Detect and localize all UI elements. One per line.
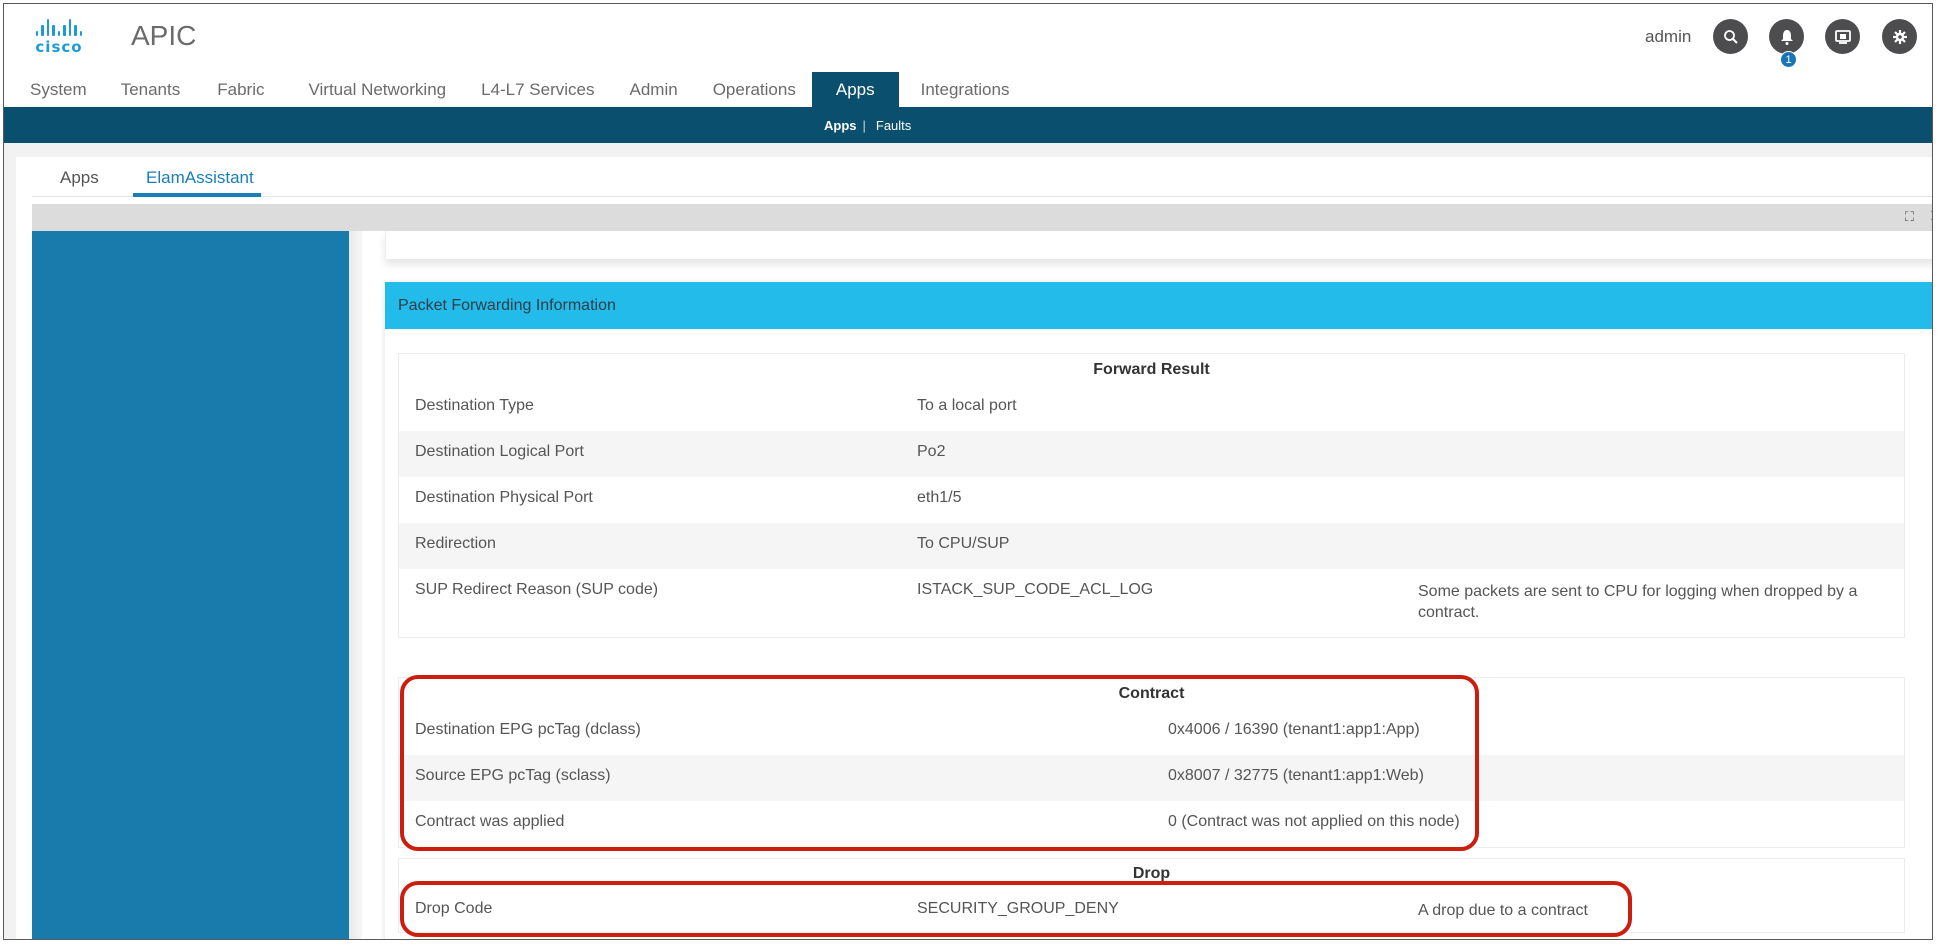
row-note: A drop due to a contract	[1418, 902, 1588, 919]
nav-system[interactable]: System	[4, 72, 104, 107]
contract-rows: Destination EPG pcTag (dclass) 0x4006 / …	[399, 709, 1904, 847]
table-row: Destination Physical Port eth1/5	[399, 477, 1904, 523]
row-label: SUP Redirect Reason (SUP code)	[415, 581, 659, 598]
workspace: Apps ElamAssistant ⛶ ✕ Packet Forwarding…	[4, 143, 1932, 939]
nav-fabric[interactable]: Fabric	[197, 72, 288, 107]
cisco-logo-bars-icon	[26, 18, 92, 36]
sidebar-gutter	[349, 231, 362, 939]
table-row: Destination Type To a local port	[399, 385, 1904, 431]
row-value: To a local port	[917, 397, 1017, 414]
subnav-separator: |	[862, 118, 866, 133]
row-label: Source EPG pcTag (sclass)	[415, 767, 611, 784]
row-label: Destination Physical Port	[415, 489, 593, 506]
user-menu[interactable]: admin	[1645, 27, 1691, 47]
active-tab-indicator	[133, 193, 261, 197]
search-icon	[1723, 29, 1738, 44]
row-label: Drop Code	[415, 900, 493, 917]
nav-l4-l7-services[interactable]: L4-L7 Services	[463, 72, 611, 107]
app-frame-header: ⛶ ✕	[32, 204, 1932, 231]
notification-badge: 1	[1780, 51, 1797, 68]
row-value: Po2	[917, 443, 946, 460]
table-row: Source EPG pcTag (sclass) 0x8007 / 32775…	[399, 755, 1904, 801]
main-nav: System Tenants Fabric Virtual Networking…	[4, 72, 1026, 107]
row-label: Destination EPG pcTag (dclass)	[415, 721, 641, 738]
drop-rows: Drop Code SECURITY_GROUP_DENY A drop due…	[399, 888, 1904, 932]
table-row: Destination EPG pcTag (dclass) 0x4006 / …	[399, 709, 1904, 755]
subnav-faults[interactable]: Faults	[876, 118, 911, 133]
nav-apps[interactable]: Apps	[811, 72, 899, 107]
table-row: Destination Logical Port Po2	[399, 431, 1904, 477]
table-row: Contract was applied 0 (Contract was not…	[399, 801, 1904, 847]
nav-tenants[interactable]: Tenants	[104, 72, 198, 107]
app-title: APIC	[131, 20, 197, 51]
nav-operations[interactable]: Operations	[695, 72, 812, 107]
row-label: Destination Type	[415, 397, 534, 414]
elam-sidebar	[32, 231, 349, 939]
sub-nav: Apps | Faults	[824, 118, 911, 133]
screen-button[interactable]	[1825, 19, 1860, 54]
contract-title: Contract	[1118, 684, 1185, 702]
previous-section-card	[385, 231, 1932, 259]
panel-title: Packet Forwarding Information	[385, 282, 1932, 329]
forward-result-title: Forward Result	[1093, 360, 1210, 378]
gear-icon	[1892, 29, 1907, 44]
close-icon[interactable]: ✕	[1929, 206, 1932, 227]
row-value: 0x8007 / 32775 (tenant1:app1:Web)	[1168, 767, 1424, 784]
cisco-wordmark: cisco	[35, 38, 83, 56]
nav-integrations[interactable]: Integrations	[899, 72, 1027, 107]
notifications-button[interactable]	[1769, 19, 1804, 54]
forward-result-table: Forward Result Destination Type To a loc…	[398, 353, 1905, 638]
row-label: Contract was applied	[415, 813, 565, 830]
settings-button[interactable]	[1882, 19, 1917, 54]
tab-apps[interactable]: Apps	[60, 168, 99, 188]
row-value: eth1/5	[917, 489, 962, 506]
search-button[interactable]	[1713, 19, 1748, 54]
drop-title: Drop	[1132, 864, 1171, 882]
drop-table: Drop Drop Code SECURITY_GROUP_DENY A dro…	[398, 858, 1905, 933]
nav-virtual-networking[interactable]: Virtual Networking	[288, 72, 463, 107]
table-row: SUP Redirect Reason (SUP code) ISTACK_SU…	[399, 569, 1904, 637]
row-value: To CPU/SUP	[917, 535, 1010, 552]
app-card: Apps ElamAssistant ⛶ ✕ Packet Forwarding…	[16, 157, 1932, 939]
app-tabs: Apps ElamAssistant	[32, 157, 1932, 197]
bell-icon	[1780, 29, 1793, 45]
contract-table: Contract Destination EPG pcTag (dclass) …	[398, 677, 1905, 848]
top-header: cisco APIC admin 1	[4, 4, 1932, 70]
row-value: ISTACK_SUP_CODE_ACL_LOG	[917, 581, 1154, 598]
apic-window: cisco APIC admin 1 System Tenants Fabric…	[3, 3, 1933, 940]
row-label: Redirection	[415, 535, 496, 552]
table-row: Redirection To CPU/SUP	[399, 523, 1904, 569]
subnav-apps[interactable]: Apps	[824, 118, 857, 133]
expand-icon[interactable]: ⛶	[1905, 209, 1916, 225]
row-value: 0x4006 / 16390 (tenant1:app1:App)	[1168, 721, 1420, 738]
packet-forwarding-panel: Packet Forwarding Information Forward Re…	[385, 282, 1932, 939]
row-label: Destination Logical Port	[415, 443, 584, 460]
cisco-logo[interactable]: cisco	[26, 18, 92, 56]
row-value: SECURITY_GROUP_DENY	[917, 900, 1119, 917]
screen-icon	[1834, 29, 1851, 44]
row-value: 0 (Contract was not applied on this node…	[1168, 813, 1460, 830]
nav-admin[interactable]: Admin	[612, 72, 695, 107]
tab-elamassistant[interactable]: ElamAssistant	[146, 168, 254, 188]
forward-result-rows: Destination Type To a local port Destina…	[399, 385, 1904, 637]
sub-nav-bar: Apps | Faults	[4, 107, 1932, 143]
table-row: Drop Code SECURITY_GROUP_DENY A drop due…	[399, 888, 1904, 932]
row-note: Some packets are sent to CPU for logging…	[1418, 583, 1858, 621]
